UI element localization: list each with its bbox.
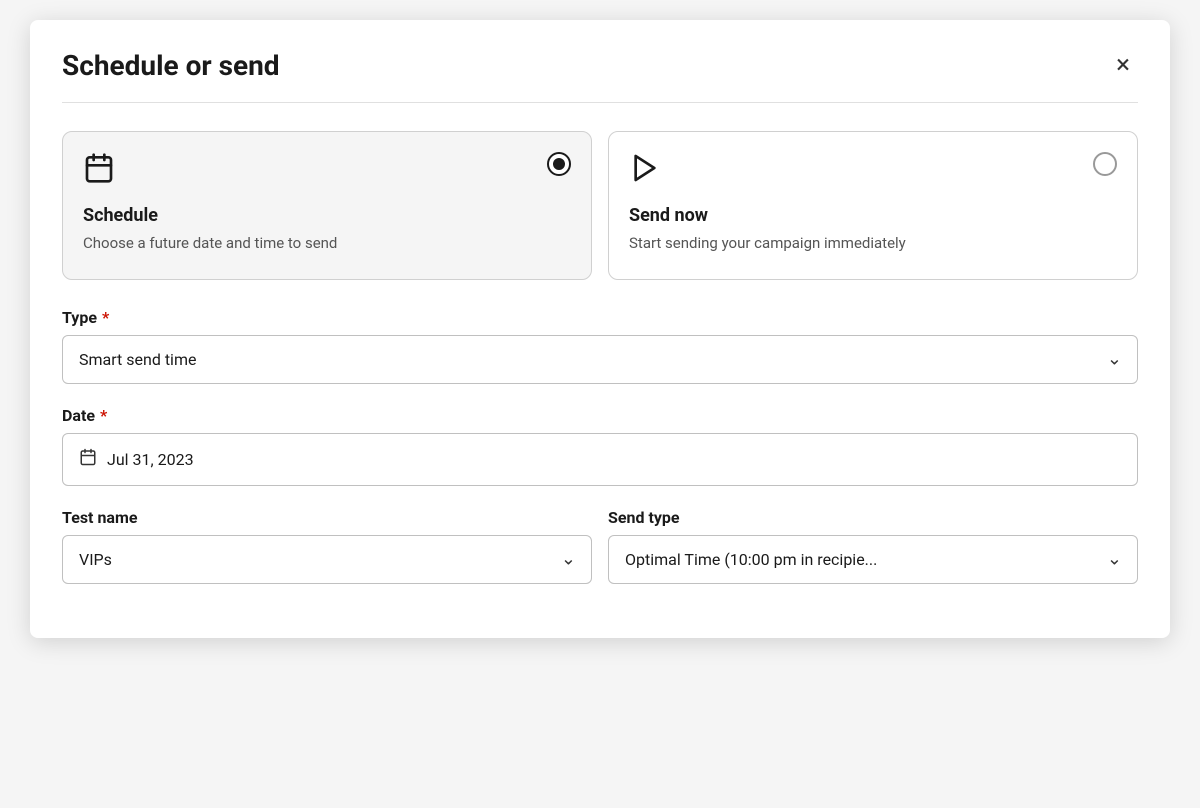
schedule-radio[interactable] [547, 152, 571, 176]
send-type-field-section: Send type Optimal Time (10:00 pm in reci… [608, 508, 1138, 584]
modal-header: Schedule or send × [30, 20, 1170, 102]
modal-body: Schedule Choose a future date and time t… [30, 103, 1170, 638]
schedule-card-title: Schedule [83, 205, 571, 226]
type-select-wrapper: Smart send time Specific time ⌄ [62, 335, 1138, 384]
test-name-select-wrapper: VIPs All contacts New subscribers ⌄ [62, 535, 592, 584]
type-select[interactable]: Smart send time Specific time [62, 335, 1138, 384]
send-icon [629, 152, 661, 191]
date-input[interactable]: Jul 31, 2023 [62, 433, 1138, 486]
send-now-card-top [629, 152, 1117, 191]
calendar-small-icon [79, 448, 97, 471]
send-now-radio[interactable] [1093, 152, 1117, 176]
date-label: Date * [62, 406, 1138, 425]
type-label: Type * [62, 308, 1138, 327]
date-required-star: * [100, 406, 107, 425]
send-type-label: Send type [608, 508, 1138, 527]
send-now-card-title: Send now [629, 205, 1117, 226]
send-type-select-wrapper: Optimal Time (10:00 pm in recipie... Spe… [608, 535, 1138, 584]
schedule-or-send-modal: Schedule or send × [30, 20, 1170, 638]
test-name-field-section: Test name VIPs All contacts New subscrib… [62, 508, 592, 584]
close-button[interactable]: × [1108, 48, 1138, 82]
test-name-label: Test name [62, 508, 592, 527]
calendar-icon [83, 152, 115, 191]
send-type-select[interactable]: Optimal Time (10:00 pm in recipie... Spe… [608, 535, 1138, 584]
date-field-section: Date * Jul 31, 2023 [62, 406, 1138, 486]
send-now-card-description: Start sending your campaign immediately [629, 232, 1117, 255]
option-cards: Schedule Choose a future date and time t… [62, 131, 1138, 280]
bottom-two-col: Test name VIPs All contacts New subscrib… [62, 508, 1138, 606]
type-required-star: * [102, 308, 109, 327]
type-field-section: Type * Smart send time Specific time ⌄ [62, 308, 1138, 384]
schedule-card-top [83, 152, 571, 191]
schedule-card-description: Choose a future date and time to send [83, 232, 571, 255]
schedule-option-card[interactable]: Schedule Choose a future date and time t… [62, 131, 592, 280]
send-now-option-card[interactable]: Send now Start sending your campaign imm… [608, 131, 1138, 280]
modal-title: Schedule or send [62, 49, 280, 82]
test-name-select[interactable]: VIPs All contacts New subscribers [62, 535, 592, 584]
date-value: Jul 31, 2023 [107, 450, 194, 469]
